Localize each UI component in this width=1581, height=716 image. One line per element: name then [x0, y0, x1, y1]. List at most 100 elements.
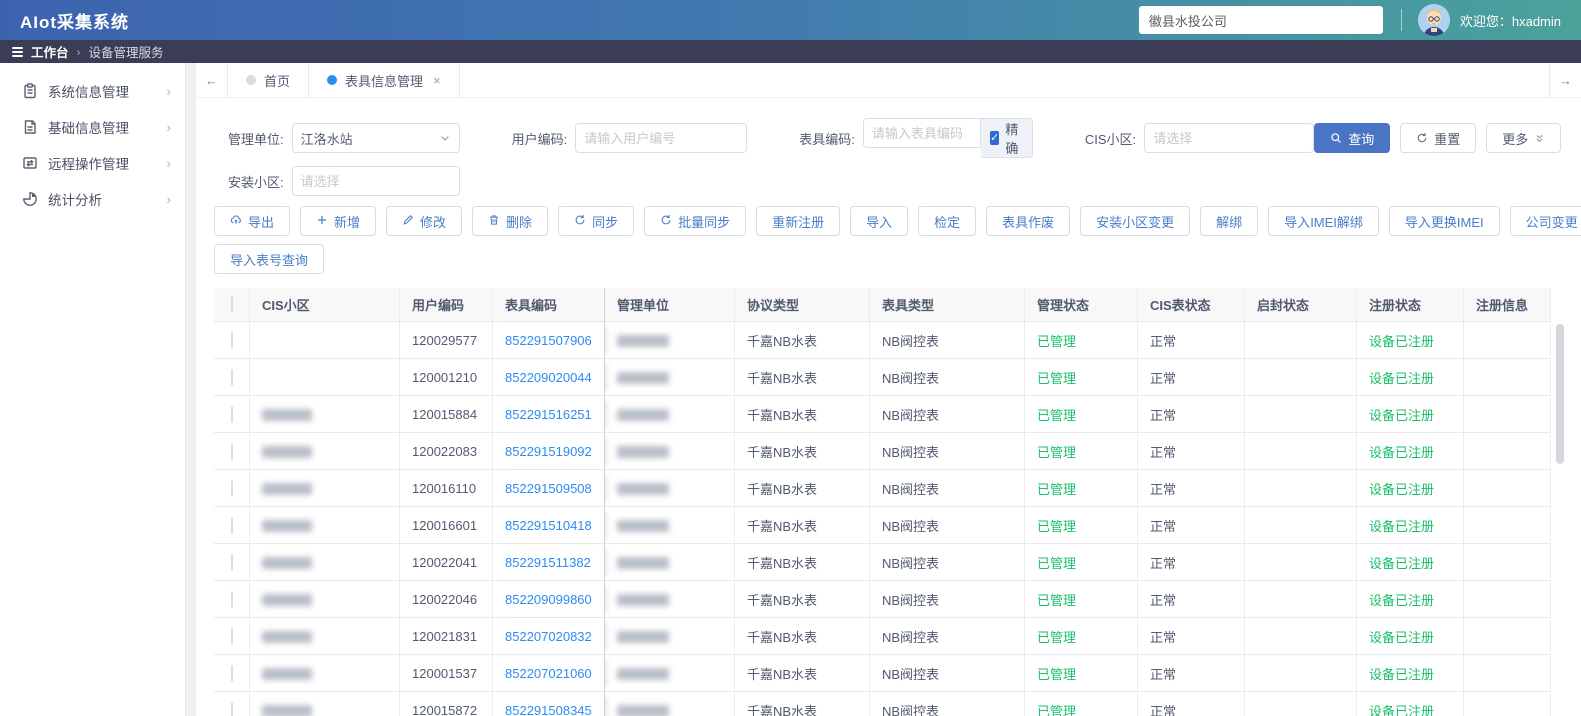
toolbar-button[interactable]: 批量同步 — [644, 206, 747, 236]
cell-meter-code-link[interactable]: 852291508345 — [493, 692, 605, 716]
row-checkbox-cell — [214, 618, 250, 655]
cell-meter-code-link[interactable]: 852291519092 — [493, 433, 605, 470]
toolbar-button[interactable]: 表具作废 — [986, 206, 1071, 236]
toolbar-button[interactable]: 导入更换IMEI — [1388, 206, 1500, 236]
cell-meter-code-link[interactable]: 852209020044 — [493, 359, 605, 396]
toolbar-button[interactable]: 安装小区变更 — [1080, 206, 1191, 236]
toolbar-button[interactable]: 导出 — [214, 206, 291, 236]
breadcrumb-root[interactable]: 工作台 — [31, 42, 69, 61]
toolbar-button[interactable]: 导入表号查询 — [214, 244, 325, 274]
cell-meter-code-link[interactable]: 852291510418 — [493, 507, 605, 544]
sidebar-item-statistics[interactable]: 统计分析 › — [0, 181, 185, 217]
sidebar-item-base-info[interactable]: 基础信息管理 › — [0, 109, 185, 145]
toolbar-button[interactable]: 导入 — [850, 206, 909, 236]
cell-cis-community — [250, 433, 400, 470]
column-header: 用户编码 — [400, 288, 493, 322]
toolbar-button[interactable]: 修改 — [386, 206, 463, 236]
cell-cis-status: 正常 — [1138, 507, 1245, 544]
toolbar-button[interactable]: 公司变更 — [1509, 206, 1581, 236]
table-row[interactable]: 120021831 852207020832 千嘉NB水表 NB阀控表 已管理 … — [214, 618, 1551, 655]
sidebar-scrollbar[interactable] — [185, 63, 196, 716]
tab-close-icon[interactable]: × — [433, 73, 441, 88]
cell-user-code: 120022083 — [400, 433, 493, 470]
tabs-scroll-right-button[interactable]: → — [1549, 63, 1581, 97]
redacted-text — [617, 557, 669, 570]
table-row[interactable]: 120022041 852291511382 千嘉NB水表 NB阀控表 已管理 … — [214, 544, 1551, 581]
toolbar-button[interactable]: 导入IMEI解绑 — [1268, 206, 1379, 236]
meter-code-input[interactable] — [862, 118, 981, 148]
cell-meter-type: NB阀控表 — [870, 396, 1025, 433]
menu-icon[interactable] — [12, 46, 23, 57]
search-button[interactable]: 查询 — [1314, 123, 1391, 153]
row-checkbox[interactable] — [230, 664, 233, 682]
table-row[interactable]: 120022083 852291519092 千嘉NB水表 NB阀控表 已管理 … — [214, 433, 1551, 470]
community-input[interactable] — [291, 166, 460, 196]
cell-meter-code-link[interactable]: 852291516251 — [493, 396, 605, 433]
cell-seal-status — [1245, 433, 1357, 470]
toolbar-button[interactable]: 解绑 — [1200, 206, 1259, 236]
company-search-input[interactable] — [1138, 6, 1383, 34]
select-all-checkbox[interactable] — [230, 296, 233, 313]
table-row[interactable]: 120022046 852209099860 千嘉NB水表 NB阀控表 已管理 … — [214, 581, 1551, 618]
toolbar-button[interactable]: 删除 — [472, 206, 549, 236]
cell-meter-code-link[interactable]: 852291511382 — [493, 544, 605, 581]
more-button[interactable]: 更多 — [1486, 123, 1562, 153]
row-checkbox-cell — [214, 544, 250, 581]
user-avatar[interactable] — [1417, 4, 1450, 36]
cell-meter-code-link[interactable]: 852207020832 — [493, 618, 605, 655]
sidebar-item-remote-operate[interactable]: 远程操作管理 › — [0, 145, 185, 181]
redacted-text — [262, 594, 312, 607]
row-checkbox[interactable] — [230, 442, 233, 460]
cell-meter-code-link[interactable]: 852209099860 — [493, 581, 605, 618]
cell-meter-type: NB阀控表 — [870, 433, 1025, 470]
row-checkbox[interactable] — [230, 331, 233, 349]
table-row[interactable]: 120015872 852291508345 千嘉NB水表 NB阀控表 已管理 … — [214, 692, 1551, 716]
cell-register-status: 设备已注册 — [1357, 581, 1464, 618]
toolbar-button[interactable]: 重新注册 — [756, 206, 841, 236]
row-checkbox[interactable] — [230, 627, 233, 645]
toolbar-button[interactable]: 新增 — [300, 206, 377, 236]
toolbar-button[interactable]: 检定 — [918, 206, 977, 236]
table-row[interactable]: 120015884 852291516251 千嘉NB水表 NB阀控表 已管理 … — [214, 396, 1551, 433]
cell-user-code: 120016601 — [400, 507, 493, 544]
cell-cis-community — [250, 655, 400, 692]
reset-button[interactable]: 重置 — [1400, 123, 1477, 153]
unit-select[interactable]: 江洛水站 — [291, 123, 460, 153]
cell-manage-unit — [605, 581, 735, 618]
row-checkbox[interactable] — [230, 553, 233, 571]
cell-register-info — [1464, 433, 1551, 470]
row-checkbox[interactable] — [230, 479, 233, 497]
redacted-text — [617, 631, 669, 644]
table-scrollbar[interactable] — [1556, 324, 1564, 712]
tab-home[interactable]: 首页 — [228, 63, 310, 97]
cell-meter-code-link[interactable]: 852291507906 — [493, 322, 605, 359]
cis-community-input[interactable] — [1144, 123, 1315, 153]
cell-meter-code-link[interactable]: 852207021060 — [493, 655, 605, 692]
row-checkbox[interactable] — [230, 516, 233, 534]
redacted-text — [262, 668, 312, 681]
scrollbar-thumb[interactable] — [1556, 324, 1564, 464]
table-row[interactable]: 120016110 852291509508 千嘉NB水表 NB阀控表 已管理 … — [214, 470, 1551, 507]
row-checkbox[interactable] — [230, 701, 233, 716]
row-checkbox[interactable] — [230, 590, 233, 608]
user-code-input[interactable] — [575, 123, 748, 153]
exact-checkbox[interactable]: ✓ — [989, 131, 1000, 145]
table-row[interactable]: 120029577 852291507906 千嘉NB水表 NB阀控表 已管理 … — [214, 322, 1551, 359]
tab-meter-info[interactable]: 表具信息管理 × — [309, 63, 460, 97]
toolbar-button[interactable]: 同步 — [558, 206, 635, 236]
cell-seal-status — [1245, 322, 1357, 359]
sidebar-item-system-info[interactable]: 系统信息管理 › — [0, 73, 185, 109]
cell-cis-status: 正常 — [1138, 692, 1245, 716]
cell-user-code: 120022046 — [400, 581, 493, 618]
row-checkbox[interactable] — [230, 405, 233, 423]
tabs-scroll-left-button[interactable]: ← — [196, 63, 228, 97]
cell-manage-status: 已管理 — [1025, 655, 1138, 692]
table-row[interactable]: 120001210 852209020044 千嘉NB水表 NB阀控表 已管理 … — [214, 359, 1551, 396]
row-checkbox[interactable] — [230, 368, 233, 386]
cell-meter-code-link[interactable]: 852291509508 — [493, 470, 605, 507]
table-row[interactable]: 120001537 852207021060 千嘉NB水表 NB阀控表 已管理 … — [214, 655, 1551, 692]
table-row[interactable]: 120016601 852291510418 千嘉NB水表 NB阀控表 已管理 … — [214, 507, 1551, 544]
cell-seal-status — [1245, 359, 1357, 396]
toolbar-row-1: 导出 新增 修改 删除 同步 批量同步 重新注册 导入 检定 表具作废 安装小区 — [214, 206, 1581, 236]
redacted-text — [262, 446, 312, 459]
